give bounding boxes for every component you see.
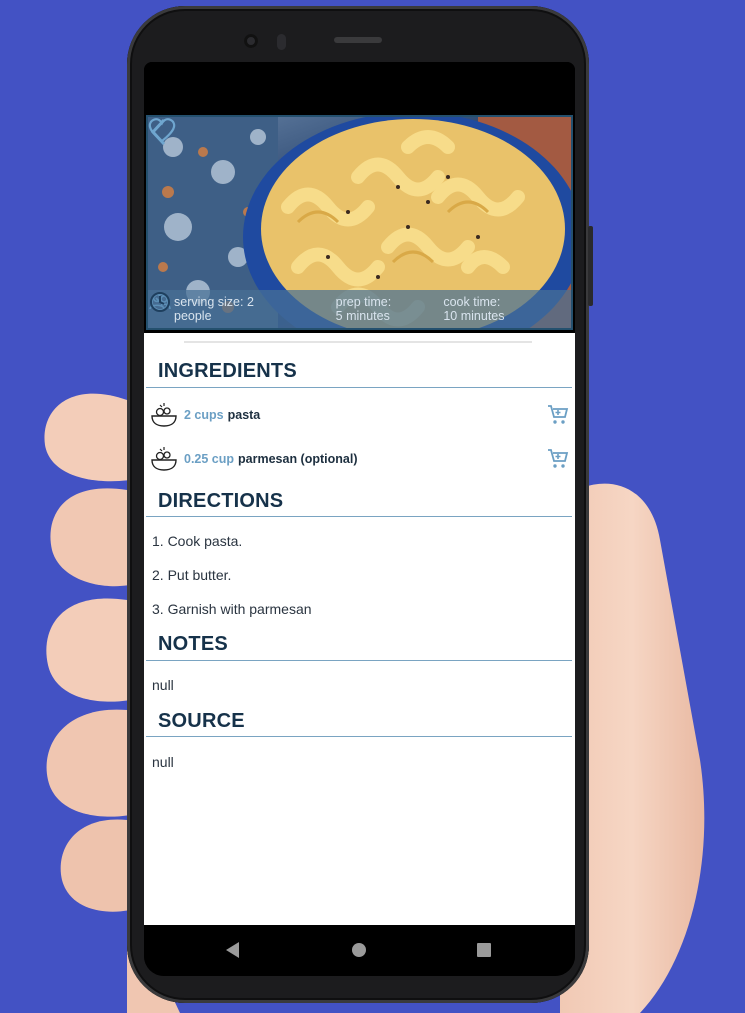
top-divider <box>184 341 532 343</box>
cook-time-line1: cook time: <box>443 295 501 309</box>
directions-rule <box>146 516 572 517</box>
status-bar <box>144 62 575 115</box>
serving-size-line2: people <box>174 309 212 323</box>
serving-size-line1: serving size: 2 <box>174 295 254 309</box>
cook-time-line2: 10 minutes <box>443 309 505 323</box>
ingredients-heading: INGREDIENTS <box>158 360 297 382</box>
bowl-icon <box>151 447 177 471</box>
source-heading: SOURCE <box>158 710 245 732</box>
ingredient-amount: 2 cups <box>184 408 224 422</box>
nav-back-button[interactable] <box>226 942 239 958</box>
cook-time-info: cook time: 10 minutes <box>150 290 571 328</box>
ingredient-row: 0.25 cup parmesan (optional) <box>150 444 570 474</box>
direction-step: 1. Cook pasta. <box>152 533 243 549</box>
directions-heading: DIRECTIONS <box>158 490 284 512</box>
prep-time-info: prep time: 5 minutes <box>151 290 434 328</box>
prep-time-line1: prep time: <box>335 295 392 309</box>
notes-text: null <box>152 677 174 693</box>
power-button <box>588 226 593 306</box>
earpiece-speaker <box>334 37 382 43</box>
notes-rule <box>146 660 572 661</box>
bowl-icon <box>151 403 177 427</box>
recipe-hero-image: serving size: 2 people prep time: 5 minu… <box>146 115 573 330</box>
ingredient-name: parmesan (optional) <box>238 452 358 466</box>
ingredient-name: pasta <box>227 408 261 422</box>
shopping-cart-icon[interactable] <box>546 403 570 427</box>
source-text: null <box>152 754 174 770</box>
heart-outline-icon[interactable] <box>148 117 176 143</box>
direction-step: 2. Put butter. <box>152 567 232 583</box>
prep-time-line2: 5 minutes <box>335 309 390 323</box>
source-rule <box>146 736 572 737</box>
proximity-sensor <box>277 34 286 50</box>
android-nav-bar <box>144 925 575 976</box>
recipe-info-bar: serving size: 2 people prep time: 5 minu… <box>148 290 571 328</box>
ingredient-amount: 0.25 cup <box>184 452 235 466</box>
nav-home-button[interactable] <box>352 943 366 957</box>
ingredient-row: 2 cups pasta <box>150 400 570 430</box>
shopping-cart-icon[interactable] <box>546 447 570 471</box>
front-camera <box>244 34 258 48</box>
notes-heading: NOTES <box>158 633 228 655</box>
direction-step: 3. Garnish with parmesan <box>152 601 312 617</box>
nav-recents-button[interactable] <box>477 943 491 957</box>
ingredients-rule <box>146 387 572 388</box>
clock-icon <box>150 292 170 312</box>
phone-screen: serving size: 2 people prep time: 5 minu… <box>144 62 575 976</box>
recipe-content[interactable]: INGREDIENTS 2 cups pasta 0.25 cup parmes… <box>144 333 575 925</box>
